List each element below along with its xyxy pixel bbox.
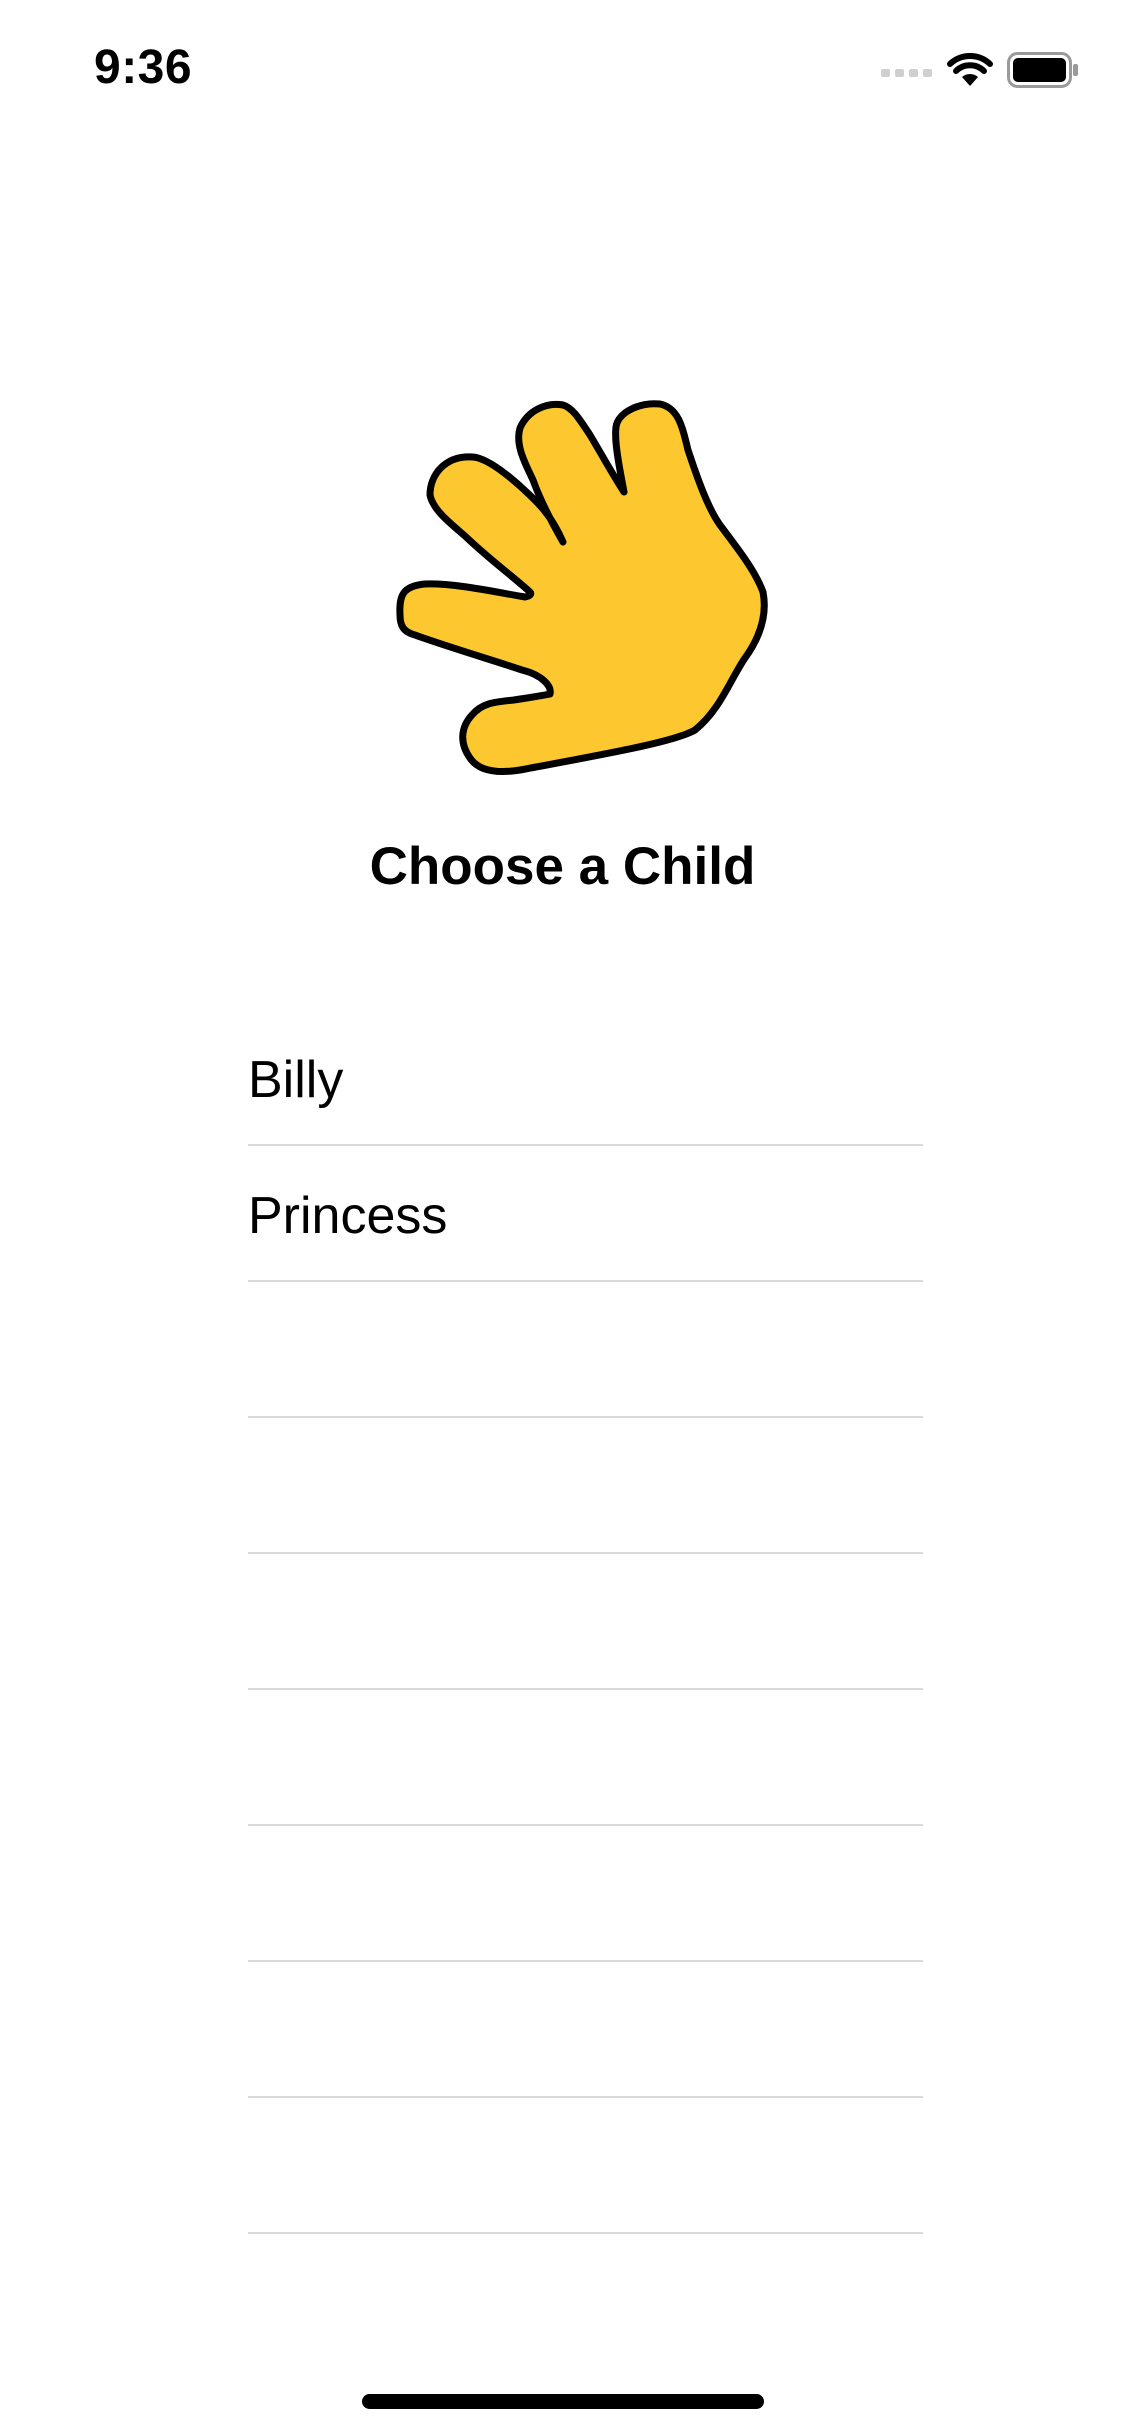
child-list: Billy Princess: [248, 1010, 923, 2234]
child-row-empty[interactable]: [248, 2098, 923, 2234]
home-indicator[interactable]: [362, 2394, 764, 2409]
status-bar: 9:36: [0, 0, 1125, 140]
child-name: Princess: [248, 1187, 448, 1245]
page-title: Choose a Child: [369, 837, 756, 896]
child-row-empty[interactable]: [248, 1418, 923, 1554]
status-time: 9:36: [94, 41, 193, 94]
child-row-empty[interactable]: [248, 1690, 923, 1826]
wifi-icon: [947, 53, 993, 86]
cellular-signal-icon: [881, 69, 932, 77]
child-row-empty[interactable]: [248, 1554, 923, 1690]
hand-icon: [396, 400, 768, 775]
battery-icon: [1007, 52, 1078, 88]
status-icons: [881, 52, 1079, 88]
child-row-princess[interactable]: Princess: [248, 1146, 923, 1282]
child-row-empty[interactable]: [248, 1282, 923, 1418]
child-name: Billy: [248, 1051, 344, 1109]
child-row-billy[interactable]: Billy: [248, 1010, 923, 1146]
hand-shape: [396, 400, 768, 775]
child-row-empty[interactable]: [248, 1962, 923, 2098]
child-row-empty[interactable]: [248, 1826, 923, 1962]
